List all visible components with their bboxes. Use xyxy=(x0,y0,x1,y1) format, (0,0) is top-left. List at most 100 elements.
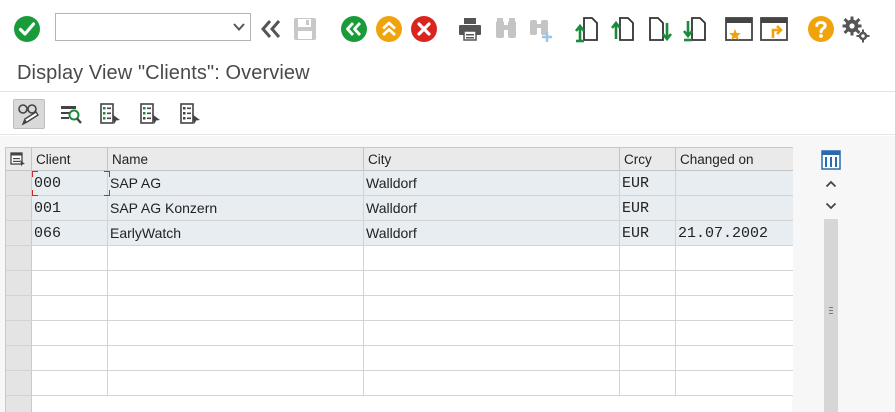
empty-cell xyxy=(32,371,108,395)
generate-shortcut-button[interactable] xyxy=(759,14,789,44)
cell-crcy: EUR xyxy=(620,196,676,220)
cell-client[interactable]: 001 xyxy=(32,196,108,220)
cancel-icon xyxy=(411,16,437,42)
title-bar: Display View "Clients": Overview xyxy=(0,56,895,92)
previous-page-icon xyxy=(610,17,634,41)
cell-crcy: EUR xyxy=(620,221,676,245)
command-field[interactable] xyxy=(55,13,251,41)
grip-icon xyxy=(829,307,833,315)
empty-cell xyxy=(676,371,793,395)
details-magnifier-icon xyxy=(61,106,82,124)
find-next-button[interactable] xyxy=(526,14,556,44)
glasses-pencil-icon xyxy=(18,104,39,126)
table-settings-icon xyxy=(10,152,25,167)
application-toolbar xyxy=(0,93,895,135)
column-header-city[interactable]: City xyxy=(364,148,620,171)
empty-cell xyxy=(364,371,620,395)
print-button[interactable] xyxy=(455,14,485,44)
empty-cell xyxy=(364,346,620,370)
settings-button[interactable] xyxy=(841,14,871,44)
first-page-button[interactable] xyxy=(572,14,602,44)
check-icon xyxy=(14,16,40,42)
empty-cell xyxy=(676,346,793,370)
empty-table-row[interactable] xyxy=(6,271,793,296)
next-page-button[interactable] xyxy=(644,14,674,44)
empty-cell xyxy=(620,321,676,345)
details-button[interactable] xyxy=(55,99,87,129)
exit-button[interactable] xyxy=(374,14,404,44)
scroll-thumb[interactable] xyxy=(824,219,838,412)
empty-cell xyxy=(676,246,793,270)
empty-table-row[interactable] xyxy=(6,346,793,371)
empty-cell xyxy=(676,296,793,320)
select-all-button[interactable] xyxy=(94,99,126,129)
cell-city: Walldorf xyxy=(364,221,620,245)
system-toolbar xyxy=(0,0,895,56)
display-change-button[interactable] xyxy=(13,99,45,129)
empty-cell xyxy=(32,321,108,345)
cell-changed-on xyxy=(676,196,793,220)
column-header-name[interactable]: Name xyxy=(108,148,364,171)
empty-table-row[interactable] xyxy=(6,296,793,321)
save-button[interactable] xyxy=(290,14,320,44)
create-session-button[interactable] xyxy=(724,14,754,44)
cell-client[interactable]: 066 xyxy=(32,221,108,245)
empty-cell xyxy=(620,346,676,370)
columns-icon xyxy=(821,150,841,170)
column-configuration-button[interactable] xyxy=(821,150,841,170)
save-icon xyxy=(294,18,316,40)
command-input[interactable] xyxy=(56,14,226,40)
empty-cell xyxy=(32,271,108,295)
chevron-down-icon[interactable] xyxy=(232,21,246,33)
empty-cell xyxy=(32,346,108,370)
next-page-icon xyxy=(649,17,673,42)
empty-cell xyxy=(108,296,364,320)
window-shortcut-icon xyxy=(760,17,788,41)
cell-client[interactable]: 000 xyxy=(32,171,108,195)
back-icon xyxy=(341,16,367,42)
column-header-crcy[interactable]: Crcy xyxy=(620,148,676,171)
find-button[interactable] xyxy=(491,14,521,44)
hide-command-field-button[interactable] xyxy=(256,14,286,44)
scroll-track[interactable] xyxy=(824,219,838,412)
empty-cell xyxy=(620,371,676,395)
empty-cell xyxy=(676,321,793,345)
table-row[interactable]: 000 SAP AG Walldorf EUR xyxy=(6,171,793,196)
select-all-icon xyxy=(100,103,120,124)
cell-name: SAP AG xyxy=(108,171,364,195)
cell-city: Walldorf xyxy=(364,196,620,220)
empty-cell xyxy=(620,296,676,320)
column-header-client[interactable]: Client xyxy=(32,148,108,171)
table-row[interactable]: 066 EarlyWatch Walldorf EUR 21.07.2002 xyxy=(6,221,793,246)
scroll-up-button[interactable] xyxy=(823,177,839,191)
empty-cell xyxy=(108,246,364,270)
enter-button[interactable] xyxy=(12,14,42,44)
empty-cell xyxy=(108,271,364,295)
empty-table-row[interactable] xyxy=(6,246,793,271)
column-header-changed-on[interactable]: Changed on xyxy=(676,148,793,171)
cell-crcy: EUR xyxy=(620,171,676,195)
chevron-up-icon xyxy=(825,180,837,188)
help-icon xyxy=(808,16,834,42)
empty-cell xyxy=(32,246,108,270)
empty-table-row[interactable] xyxy=(6,321,793,346)
previous-page-button[interactable] xyxy=(608,14,638,44)
empty-cell xyxy=(364,321,620,345)
binoculars-plus-icon xyxy=(530,20,552,42)
double-chevron-left-icon xyxy=(261,20,281,38)
table-row[interactable]: 001 SAP AG Konzern Walldorf EUR xyxy=(6,196,793,221)
binoculars-icon xyxy=(496,18,516,38)
help-button[interactable] xyxy=(806,14,836,44)
select-block-button[interactable] xyxy=(134,99,166,129)
cancel-button[interactable] xyxy=(409,14,439,44)
cell-changed-on: 21.07.2002 xyxy=(676,221,793,245)
table-settings-button[interactable] xyxy=(6,148,32,171)
empty-table-row[interactable] xyxy=(6,371,793,396)
back-button[interactable] xyxy=(339,14,369,44)
deselect-all-button[interactable] xyxy=(174,99,206,129)
empty-cell xyxy=(676,271,793,295)
last-page-button[interactable] xyxy=(680,14,710,44)
exit-icon xyxy=(376,16,402,42)
empty-cell xyxy=(620,271,676,295)
scroll-down-button[interactable] xyxy=(823,199,839,213)
